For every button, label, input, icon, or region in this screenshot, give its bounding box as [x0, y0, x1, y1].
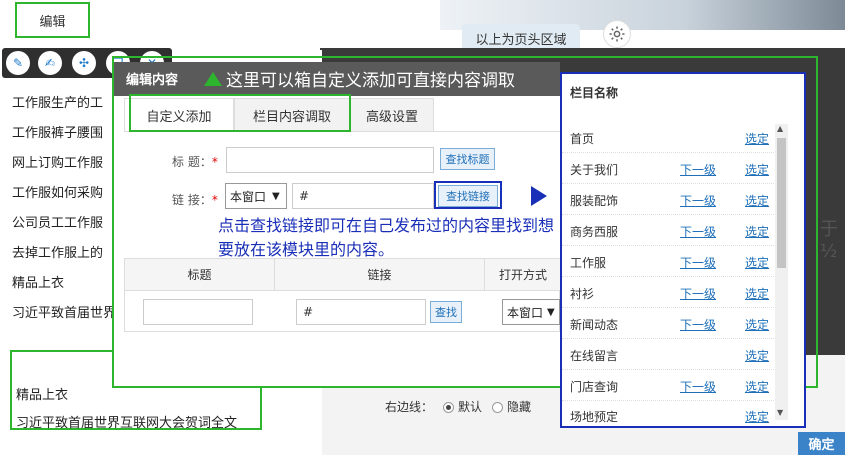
find-title-button[interactable]: 查找标题 — [440, 148, 495, 170]
annotation-tabs-note: 这里可以箱自定义添加可直接内容调取 — [226, 71, 515, 91]
select-link[interactable]: 选定 — [745, 161, 769, 178]
select-link[interactable]: 选定 — [745, 254, 769, 271]
annotation-frame-tabs — [129, 94, 351, 132]
column-name: 新闻动态 — [570, 318, 619, 332]
table-header-open-mode: 打开方式 — [485, 259, 561, 291]
move-icon[interactable]: ✣ — [72, 51, 96, 75]
edit-tab[interactable]: 编辑 — [15, 2, 90, 38]
link-label: 链 接：* — [172, 193, 218, 207]
right-border-setting: 右边线： 默认 隐藏 — [385, 398, 531, 415]
table-header-title: 标题 — [125, 259, 275, 291]
dialog-title: 编辑内容 — [126, 73, 179, 88]
annotation-frame-find-link — [434, 181, 502, 209]
window-select[interactable]: 本窗口 ▼ — [225, 183, 287, 209]
select-link[interactable]: 选定 — [745, 316, 769, 333]
column-name: 商务西服 — [570, 225, 619, 239]
row-find-button[interactable]: 查找 — [430, 301, 462, 323]
list-item[interactable]: 公司员工工作服 — [12, 212, 103, 231]
column-row: 首页 选定 — [562, 122, 788, 153]
column-row: 商务西服 下一级 选定 — [562, 215, 788, 246]
list-item[interactable]: 工作服生产的工 — [12, 92, 103, 111]
column-row: 在线留言 选定 — [562, 339, 788, 370]
title-input[interactable] — [226, 147, 434, 173]
column-name: 门店查询 — [570, 380, 619, 394]
column-name: 关于我们 — [570, 163, 619, 177]
column-row: 衬衫 下一级 选定 — [562, 277, 788, 308]
list-item[interactable]: 习近平致首届世界 — [12, 302, 116, 321]
list-item[interactable]: 网上订购工作服 — [12, 152, 103, 171]
sublevel-link[interactable]: 下一级 — [680, 254, 716, 271]
column-name: 在线留言 — [570, 349, 619, 363]
row-window-select[interactable]: 本窗口 ▼ — [502, 299, 560, 325]
background-text-fragment: 于 ½ — [820, 219, 838, 262]
table-header-link: 链接 — [275, 259, 485, 291]
radio-hide-label: 隐藏 — [507, 400, 532, 414]
column-row: 关于我们 下一级 选定 — [562, 153, 788, 184]
sublevel-link[interactable]: 下一级 — [680, 378, 716, 395]
row-title-input[interactable] — [143, 299, 253, 325]
confirm-button[interactable]: 确定 — [798, 432, 845, 455]
link-input[interactable]: # — [292, 183, 434, 209]
sublevel-link[interactable]: 下一级 — [680, 192, 716, 209]
right-border-label: 右边线： — [385, 400, 434, 414]
row-link-input[interactable]: # — [296, 299, 426, 325]
column-row: 服装配饰 下一级 选定 — [562, 184, 788, 215]
annotation-arrow-right-icon — [531, 186, 547, 206]
gear-icon[interactable] — [603, 20, 631, 48]
dropdown-arrow-icon: ▼ — [272, 190, 280, 202]
column-name: 衬衫 — [570, 287, 595, 301]
radio-hide[interactable]: 隐藏 — [492, 398, 531, 415]
column-row: 工作服 下一级 选定 — [562, 246, 788, 277]
select-link[interactable]: 选定 — [745, 347, 769, 364]
list-item[interactable]: 习近平致首届世界互联网大会贺词全文 — [16, 412, 237, 431]
dropdown-arrow-icon: ▼ — [547, 306, 555, 318]
column-row: 新闻动态 下一级 选定 — [562, 308, 788, 339]
magic-wand-icon[interactable]: ✎ — [6, 51, 30, 75]
sublevel-link[interactable]: 下一级 — [680, 285, 716, 302]
column-name: 工作服 — [570, 256, 607, 270]
edit-icon[interactable]: ✍ — [38, 51, 62, 75]
annotation-link-note: 点击查找链接即可在自己发布过的内容里找到想要放在该模块里的内容。 — [218, 216, 555, 259]
select-link[interactable]: 选定 — [745, 130, 769, 147]
sublevel-link[interactable]: 下一级 — [680, 161, 716, 178]
scrollbar-thumb[interactable] — [777, 138, 786, 268]
tab-advanced[interactable]: 高级设置 — [350, 98, 434, 132]
radio-icon — [492, 402, 504, 413]
select-link[interactable]: 选定 — [745, 408, 769, 425]
sublevel-link[interactable]: 下一级 — [680, 223, 716, 240]
column-row: 门店查询 下一级 选定 — [562, 370, 788, 401]
select-link[interactable]: 选定 — [745, 285, 769, 302]
select-link[interactable]: 选定 — [745, 223, 769, 240]
select-link[interactable]: 选定 — [745, 192, 769, 209]
radio-selected-icon — [443, 402, 455, 413]
column-name-heading: 栏目名称 — [570, 86, 619, 100]
title-label: 标 题：* — [172, 155, 218, 169]
scroll-down-icon[interactable]: ▼ — [777, 408, 783, 417]
column-name: 场地预定 — [570, 410, 619, 424]
column-name: 首页 — [570, 132, 595, 146]
list-item[interactable]: 工作服裤子腰围 — [12, 122, 103, 141]
column-name: 服装配饰 — [570, 194, 619, 208]
annotation-arrow-up-icon — [204, 72, 222, 86]
radio-default[interactable]: 默认 — [443, 398, 482, 415]
scroll-up-icon[interactable]: ▲ — [777, 124, 783, 133]
list-item[interactable]: 精品上衣 — [12, 272, 64, 291]
sublevel-link[interactable]: 下一级 — [680, 316, 716, 333]
list-item[interactable]: 精品上衣 — [16, 384, 68, 403]
list-item[interactable]: 工作服如何采购 — [12, 182, 103, 201]
column-row: 场地预定 选定 — [562, 398, 788, 425]
radio-default-label: 默认 — [458, 400, 483, 414]
select-link[interactable]: 选定 — [745, 378, 769, 395]
list-item[interactable]: 去掉工作服上的 — [12, 242, 103, 261]
